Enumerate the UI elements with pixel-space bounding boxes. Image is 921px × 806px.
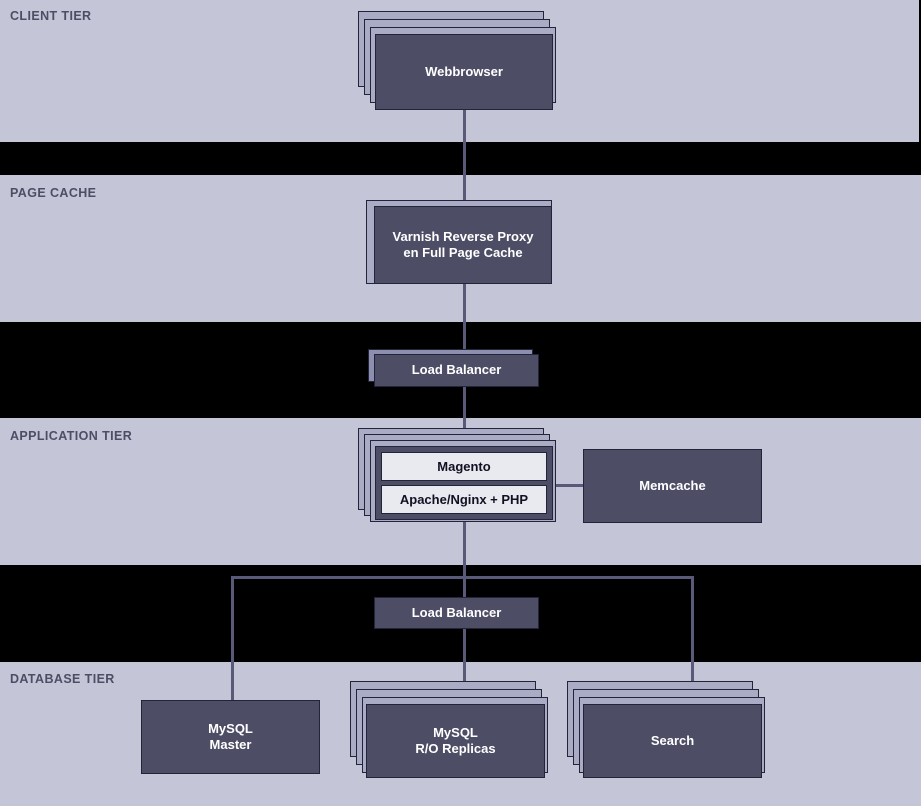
architecture-diagram: CLIENT TIER PAGE CACHE APPLICATION TIER … xyxy=(0,0,921,806)
node-magento-label: Magento xyxy=(437,459,491,474)
node-search[interactable]: Search xyxy=(583,704,762,778)
node-webbrowser-label: Webbrowser xyxy=(425,63,503,79)
node-apache-php-pane[interactable]: Apache/Nginx + PHP xyxy=(381,485,547,514)
connector-varnish-to-lb xyxy=(463,284,466,354)
connector-browser-to-varnish xyxy=(463,110,466,206)
connector-bracket-left-drop xyxy=(231,576,234,704)
node-memcache[interactable]: Memcache xyxy=(583,449,762,523)
node-magento-pane[interactable]: Magento xyxy=(381,452,547,481)
node-mysql-master[interactable]: MySQL Master xyxy=(141,700,320,774)
node-load-balancer-app[interactable]: Load Balancer xyxy=(374,354,539,387)
node-varnish-label: Varnish Reverse Proxy en Full Page Cache xyxy=(392,228,534,260)
node-magento-application-server[interactable]: Magento Apache/Nginx + PHP xyxy=(375,446,553,520)
tier-label-client: CLIENT TIER xyxy=(10,9,92,23)
node-mysql-ro-replicas-label: MySQL R/O Replicas xyxy=(415,724,496,756)
connector-db-bracket-horizontal xyxy=(231,576,694,579)
node-load-balancer-db-label: Load Balancer xyxy=(411,604,502,620)
tier-label-page-cache: PAGE CACHE xyxy=(10,186,97,200)
connector-bracket-right-drop xyxy=(691,576,694,692)
node-mysql-master-label: MySQL Master xyxy=(208,720,253,752)
node-webbrowser[interactable]: Webbrowser xyxy=(375,34,553,110)
tier-label-database: DATABASE TIER xyxy=(10,672,115,686)
node-search-label: Search xyxy=(650,732,695,748)
node-mysql-ro-replicas[interactable]: MySQL R/O Replicas xyxy=(366,704,545,778)
node-varnish-reverse-proxy[interactable]: Varnish Reverse Proxy en Full Page Cache xyxy=(374,206,552,284)
node-apache-php-label: Apache/Nginx + PHP xyxy=(399,492,529,507)
node-load-balancer-app-label: Load Balancer xyxy=(411,362,502,378)
node-load-balancer-db[interactable]: Load Balancer xyxy=(374,597,539,629)
node-memcache-label: Memcache xyxy=(639,477,706,493)
tier-label-application: APPLICATION TIER xyxy=(10,429,133,443)
